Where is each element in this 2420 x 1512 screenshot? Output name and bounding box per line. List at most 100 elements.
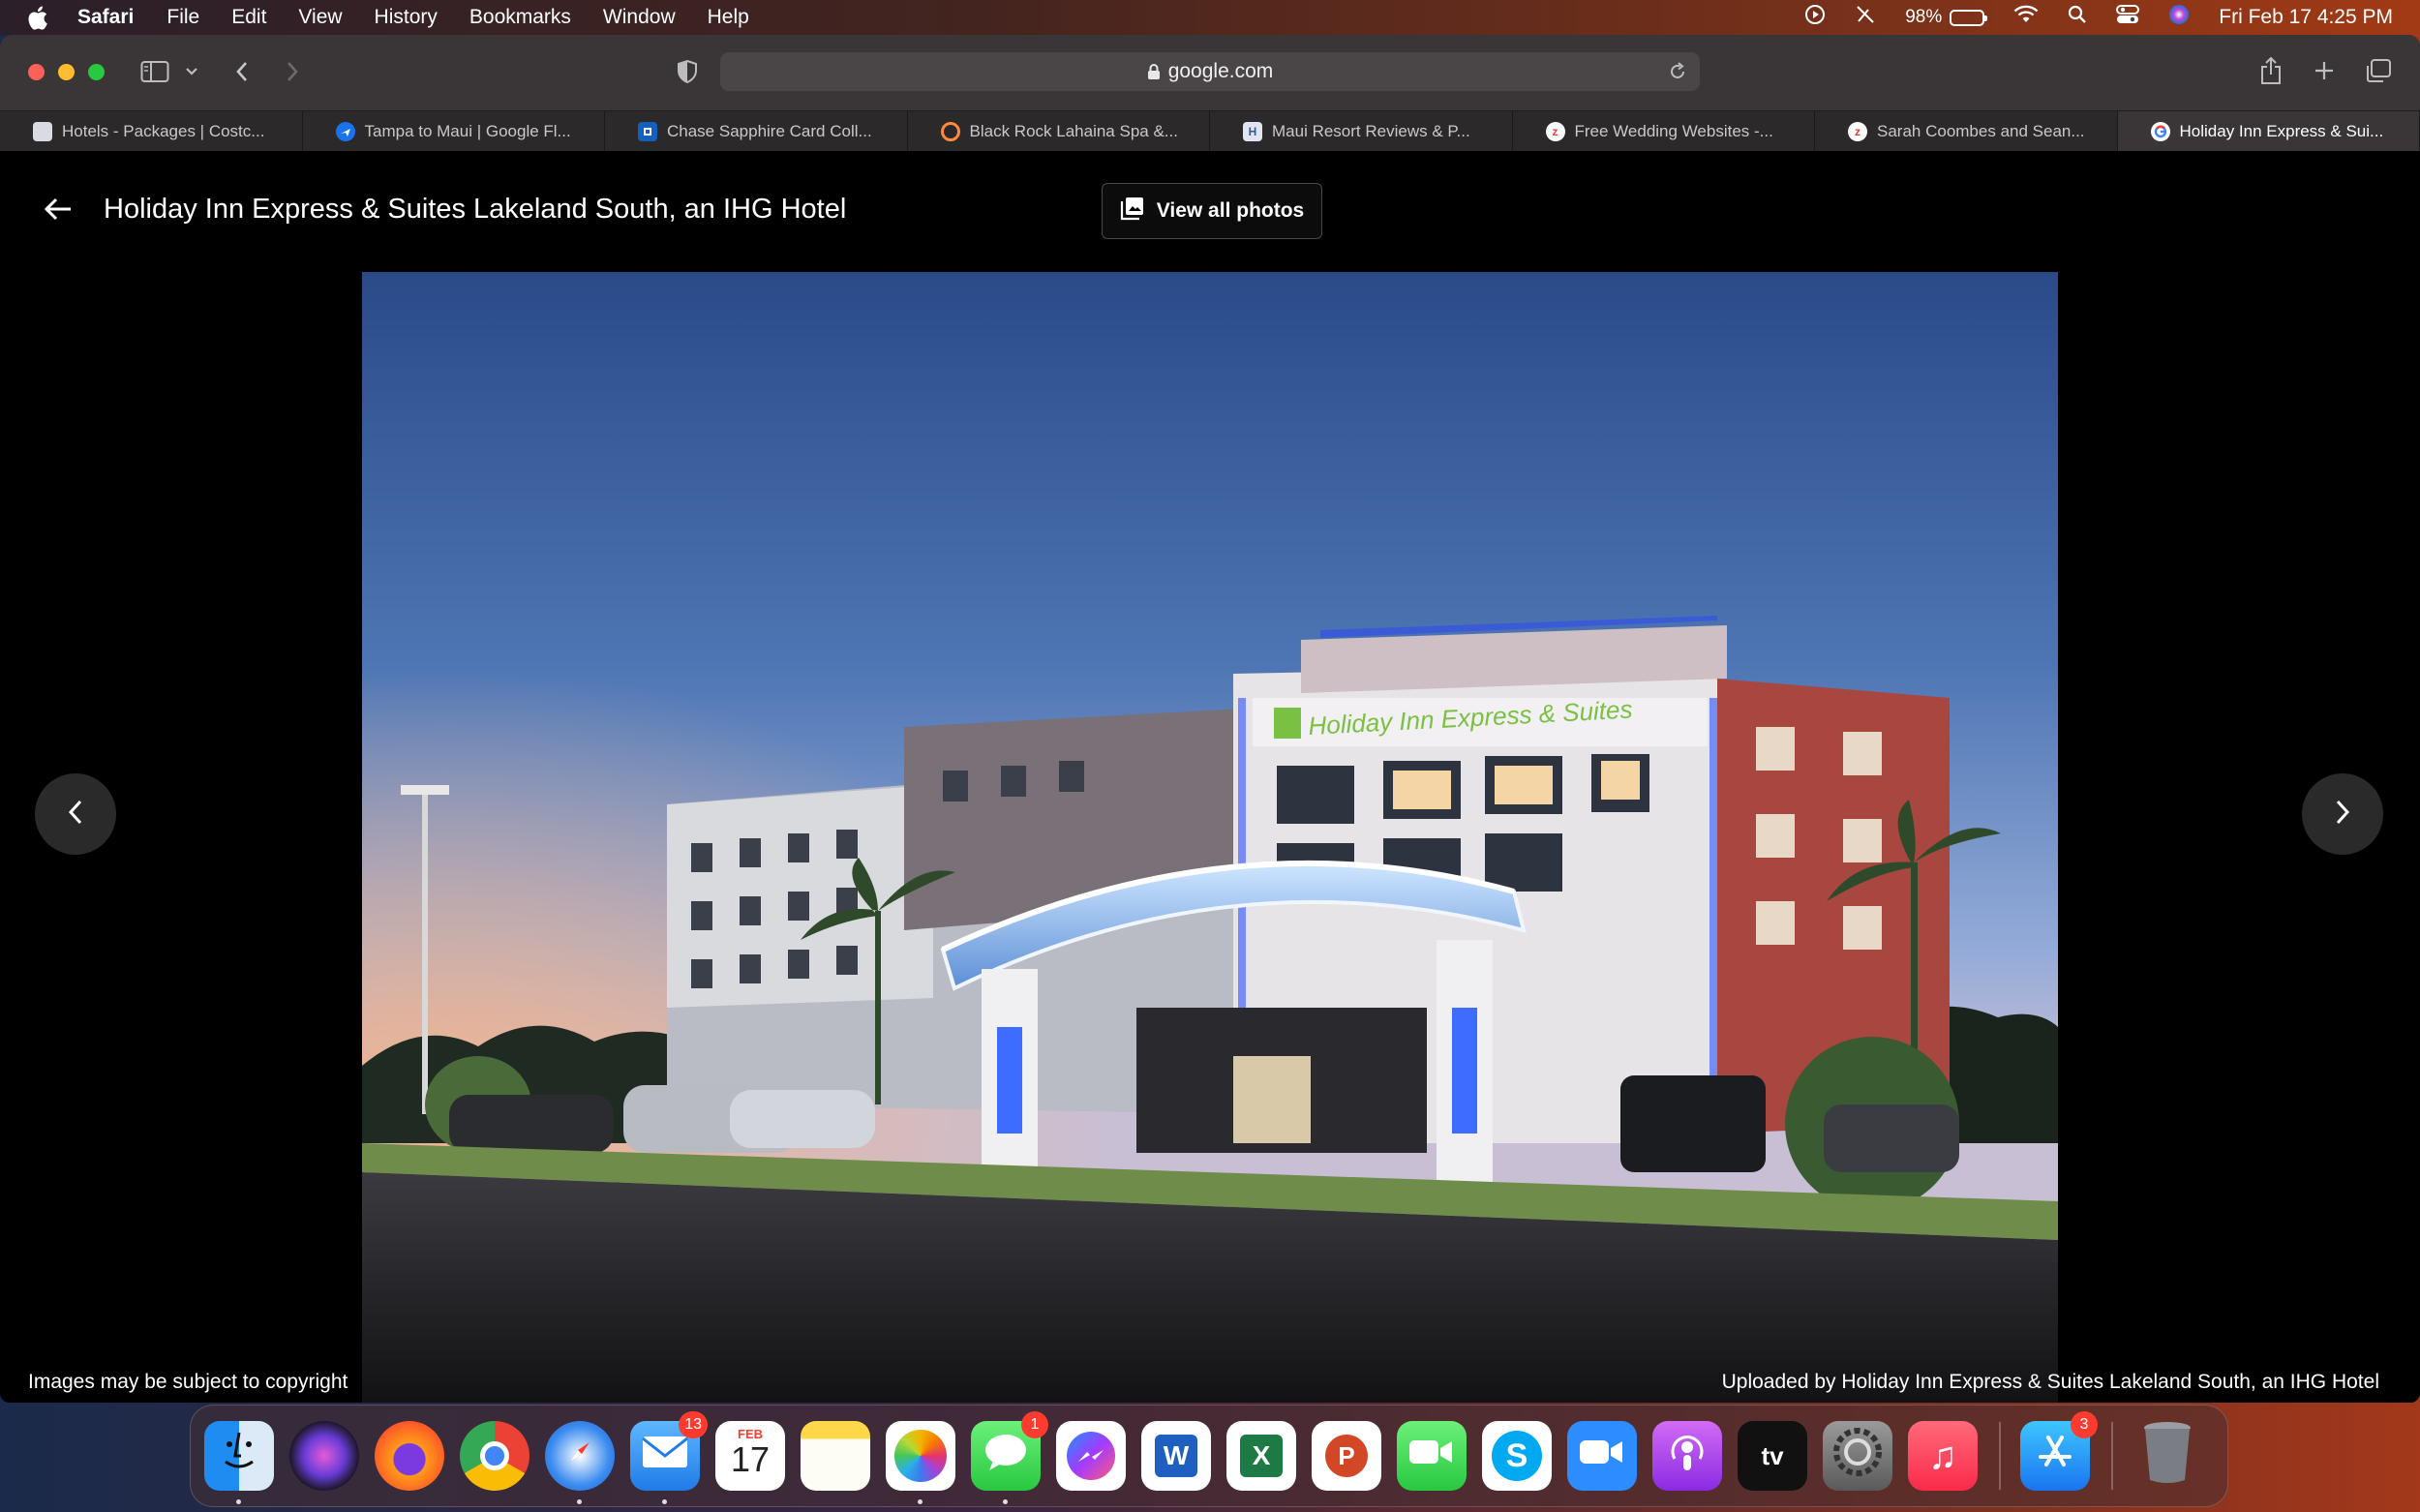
dock-photos[interactable] <box>886 1421 955 1504</box>
back-arrow-button[interactable] <box>39 190 77 228</box>
hotel-photo-illustration: Holiday Inn Express & Suites <box>362 272 2058 1403</box>
calendar-day: 17 <box>730 1439 771 1479</box>
tab-title: Tampa to Maui | Google Fl... <box>364 122 571 140</box>
tab-title: Sarah Coombes and Sean... <box>1877 122 2085 140</box>
dock-finder[interactable] <box>204 1421 274 1504</box>
tab-title: Chase Sapphire Card Coll... <box>667 122 872 140</box>
dock-messages[interactable]: 1 <box>971 1411 1048 1504</box>
hotel-h-favicon-icon: H <box>1243 122 1262 141</box>
dock-powerpoint[interactable]: P <box>1312 1421 1381 1491</box>
browser-toolbar: google.com <box>0 35 2420 110</box>
podcasts-icon <box>1663 1428 1711 1484</box>
view-all-photos-button[interactable]: View all photos <box>1102 183 1322 239</box>
share-icon[interactable] <box>2255 54 2286 87</box>
view-all-label: View all photos <box>1156 199 1305 222</box>
dock-calendar[interactable]: FEB 17 <box>715 1421 785 1491</box>
menu-edit[interactable]: Edit <box>231 6 266 29</box>
dock-mail[interactable]: 13 <box>630 1411 708 1504</box>
dock-siri[interactable] <box>289 1421 359 1491</box>
google-favicon-icon <box>2150 122 2170 141</box>
forward-nav-icon[interactable] <box>281 58 304 85</box>
tab-black-rock[interactable]: Black Rock Lahaina Spa &... <box>908 111 1210 152</box>
play-status-icon[interactable] <box>1804 4 1826 31</box>
dock-trash[interactable] <box>2133 1421 2202 1491</box>
dock-podcasts[interactable] <box>1652 1421 1722 1491</box>
menu-help[interactable]: Help <box>708 6 749 29</box>
pen-disabled-icon[interactable] <box>1855 4 1876 31</box>
mail-icon <box>641 1435 689 1477</box>
dock: 13 FEB 17 1 W X P S tv ♫ 3 <box>190 1405 2228 1507</box>
zoom-window-button[interactable] <box>88 64 105 80</box>
close-window-button[interactable] <box>28 64 45 80</box>
dock-system-settings[interactable] <box>1823 1421 1892 1491</box>
safari-icon <box>553 1425 607 1487</box>
app-store-badge: 3 <box>2071 1411 2098 1438</box>
zola-favicon-icon: z <box>1545 122 1565 141</box>
menu-app-name[interactable]: Safari <box>77 6 134 29</box>
tab-sarah-coombes[interactable]: z Sarah Coombes and Sean... <box>1815 111 2118 152</box>
dock-music[interactable]: ♫ <box>1908 1421 1978 1491</box>
dock-appletv[interactable]: tv <box>1738 1421 1807 1491</box>
dock-messenger[interactable] <box>1056 1421 1126 1491</box>
control-center-icon[interactable] <box>2116 5 2140 30</box>
black-rock-favicon-icon <box>940 122 960 141</box>
url-text: google.com <box>1167 60 1274 82</box>
dock-safari[interactable] <box>545 1421 615 1504</box>
skype-icon: S <box>1492 1431 1542 1481</box>
tab-maui-reviews[interactable]: H Maui Resort Reviews & P... <box>1210 111 1513 152</box>
reload-icon[interactable] <box>1667 61 1688 88</box>
tab-costco[interactable]: Hotels - Packages | Costc... <box>0 111 303 152</box>
costco-favicon-icon <box>33 122 52 141</box>
menu-clock[interactable]: Fri Feb 17 4:25 PM <box>2219 6 2393 29</box>
dock-skype[interactable]: S <box>1482 1421 1552 1491</box>
tab-title: Maui Resort Reviews & P... <box>1272 122 1470 140</box>
menu-file[interactable]: File <box>166 6 199 29</box>
tab-wedding-websites[interactable]: z Free Wedding Websites -... <box>1513 111 1815 152</box>
hotel-photo[interactable]: Holiday Inn Express & Suites <box>362 272 2058 1403</box>
mail-badge: 13 <box>679 1411 708 1438</box>
messages-badge: 1 <box>1021 1411 1048 1438</box>
tab-title: Free Wedding Websites -... <box>1574 122 1773 140</box>
battery-indicator[interactable]: 98% <box>1905 7 1988 28</box>
dock-word[interactable]: W <box>1141 1421 1211 1491</box>
battery-icon <box>1950 9 1988 26</box>
dock-app-store[interactable]: 3 <box>2020 1411 2098 1491</box>
facetime-icon <box>1407 1436 1456 1475</box>
settings-icon <box>1830 1425 1885 1487</box>
dock-zoom[interactable] <box>1567 1421 1637 1491</box>
menu-history[interactable]: History <box>375 6 438 29</box>
window-controls <box>28 64 105 80</box>
dock-firefox[interactable] <box>375 1421 444 1491</box>
apple-menu-icon[interactable] <box>27 6 56 30</box>
minimize-window-button[interactable] <box>58 64 75 80</box>
tab-overview-icon[interactable] <box>2362 56 2395 85</box>
chevron-right-icon <box>2333 798 2352 832</box>
menu-window[interactable]: Window <box>603 6 676 29</box>
dock-notes[interactable] <box>801 1421 870 1491</box>
tab-chase[interactable]: Chase Sapphire Card Coll... <box>605 111 908 152</box>
menu-view[interactable]: View <box>298 6 342 29</box>
privacy-shield-icon[interactable] <box>674 58 701 85</box>
dock-excel[interactable]: X <box>1226 1421 1296 1491</box>
zola-favicon-icon: z <box>1848 122 1867 141</box>
dock-facetime[interactable] <box>1397 1421 1467 1491</box>
siri-menu-icon[interactable] <box>2168 4 2190 31</box>
back-nav-icon[interactable] <box>230 58 254 85</box>
menu-bar: Safari File Edit View History Bookmarks … <box>0 0 2420 35</box>
dock-chrome[interactable] <box>460 1421 529 1491</box>
uploaded-by-credit: Uploaded by Holiday Inn Express & Suites… <box>1721 1371 2379 1393</box>
spotlight-search-icon[interactable] <box>2068 5 2087 30</box>
new-tab-icon[interactable] <box>2310 56 2339 85</box>
tab-title: Black Rock Lahaina Spa &... <box>969 122 1178 140</box>
next-photo-button[interactable] <box>2302 773 2383 855</box>
chevron-down-icon[interactable] <box>182 64 201 79</box>
sidebar-toggle-icon[interactable] <box>139 58 170 85</box>
tab-holiday-inn[interactable]: Holiday Inn Express & Sui... <box>2117 111 2420 152</box>
wifi-icon[interactable] <box>2013 5 2039 30</box>
messenger-icon <box>1067 1432 1115 1480</box>
address-bar[interactable]: google.com <box>720 52 1700 91</box>
tab-google-flights[interactable]: Tampa to Maui | Google Fl... <box>303 111 605 152</box>
menu-bookmarks[interactable]: Bookmarks <box>469 6 571 29</box>
hotel-title: Holiday Inn Express & Suites Lakeland So… <box>104 194 847 225</box>
previous-photo-button[interactable] <box>35 773 116 855</box>
